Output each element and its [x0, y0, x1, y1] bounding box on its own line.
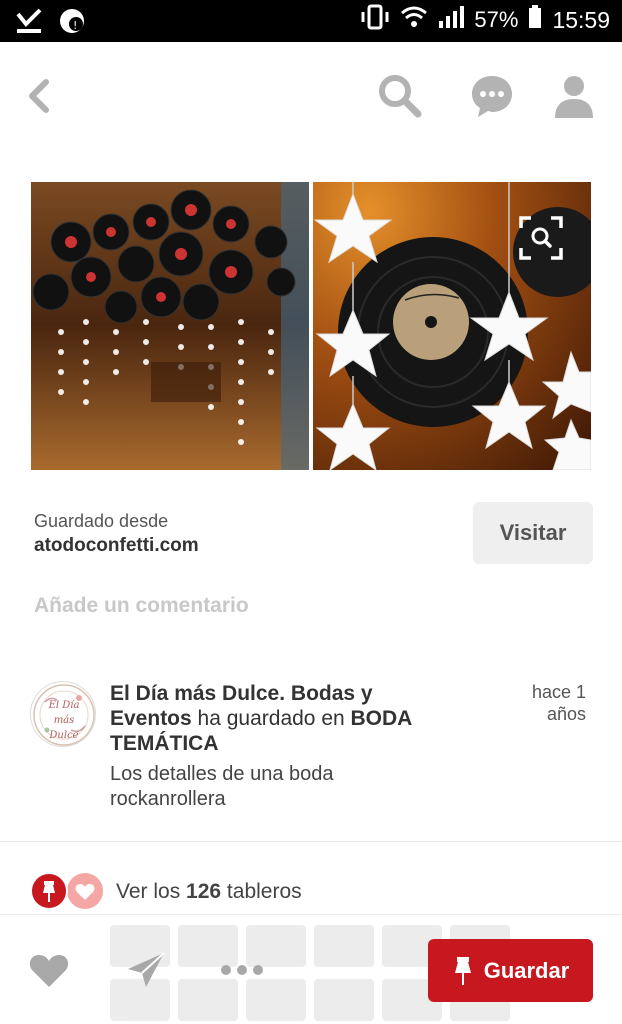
wifi-icon — [400, 5, 428, 35]
search-button[interactable] — [376, 72, 424, 120]
zoom-search-icon — [519, 216, 563, 260]
see-boards-link[interactable]: Ver los 126 tableros — [116, 880, 302, 904]
send-button[interactable] — [124, 947, 170, 993]
back-icon — [29, 79, 49, 113]
save-pin-button[interactable]: Guardar — [428, 939, 593, 1002]
back-button[interactable] — [22, 74, 62, 118]
visual-search-button[interactable] — [519, 216, 563, 260]
boards-count: 126 — [186, 880, 222, 903]
saved-from-label: Guardado desde — [34, 511, 169, 531]
visit-button[interactable]: Visitar — [473, 502, 593, 564]
chat-icon — [472, 76, 512, 117]
battery-percent: 57% — [474, 7, 519, 32]
profile-button[interactable] — [550, 72, 598, 120]
pinner-avatar[interactable]: El Día más Dulce — [30, 681, 96, 747]
clock: 15:59 — [552, 6, 610, 33]
heart-icon — [29, 955, 69, 987]
more-icon — [221, 965, 263, 975]
download-notification-icon — [14, 6, 44, 41]
pin-description: Los detalles de una boda rockanrollera — [110, 763, 334, 810]
avatar-logo-text: El Día más Dulce — [48, 700, 80, 741]
more-button[interactable] — [218, 947, 266, 993]
pin-image-left-photo — [31, 182, 309, 470]
status-bar: ! 57% 15:59 — [0, 0, 622, 42]
pinner-activity: El Día más Dulce. Bodas y Eventos ha gua… — [110, 681, 450, 756]
boards-suffix: tableros — [221, 880, 302, 903]
pin-time-line2: años — [546, 704, 586, 724]
send-icon — [128, 952, 165, 987]
battery-icon — [528, 5, 542, 35]
pin-image[interactable] — [31, 182, 591, 470]
pin-time-line1: hace 1 — [531, 682, 586, 702]
like-button[interactable] — [26, 947, 72, 993]
pin-image-right-photo — [313, 182, 591, 470]
messages-button[interactable] — [468, 72, 516, 120]
save-button-label: Guardar — [483, 957, 570, 983]
source-domain-link[interactable]: atodoconfetti.com — [34, 535, 199, 557]
svg-text:!: ! — [73, 19, 77, 32]
pin-icon — [454, 956, 471, 985]
pinner-action-text: ha guardado en — [191, 707, 351, 730]
vibrate-icon — [360, 4, 390, 36]
signal-icon — [438, 5, 465, 35]
alert-notification-icon: ! — [58, 7, 86, 40]
board-stack-icons[interactable] — [30, 872, 104, 910]
pin-time: hace 1 años — [506, 681, 586, 725]
section-divider — [0, 841, 622, 842]
bottom-action-bar: Guardar — [0, 914, 622, 1024]
comment-input[interactable]: Añade un comentario — [34, 594, 249, 618]
profile-icon — [555, 76, 593, 118]
search-icon — [379, 75, 422, 118]
boards-prefix: Ver los — [116, 880, 187, 903]
